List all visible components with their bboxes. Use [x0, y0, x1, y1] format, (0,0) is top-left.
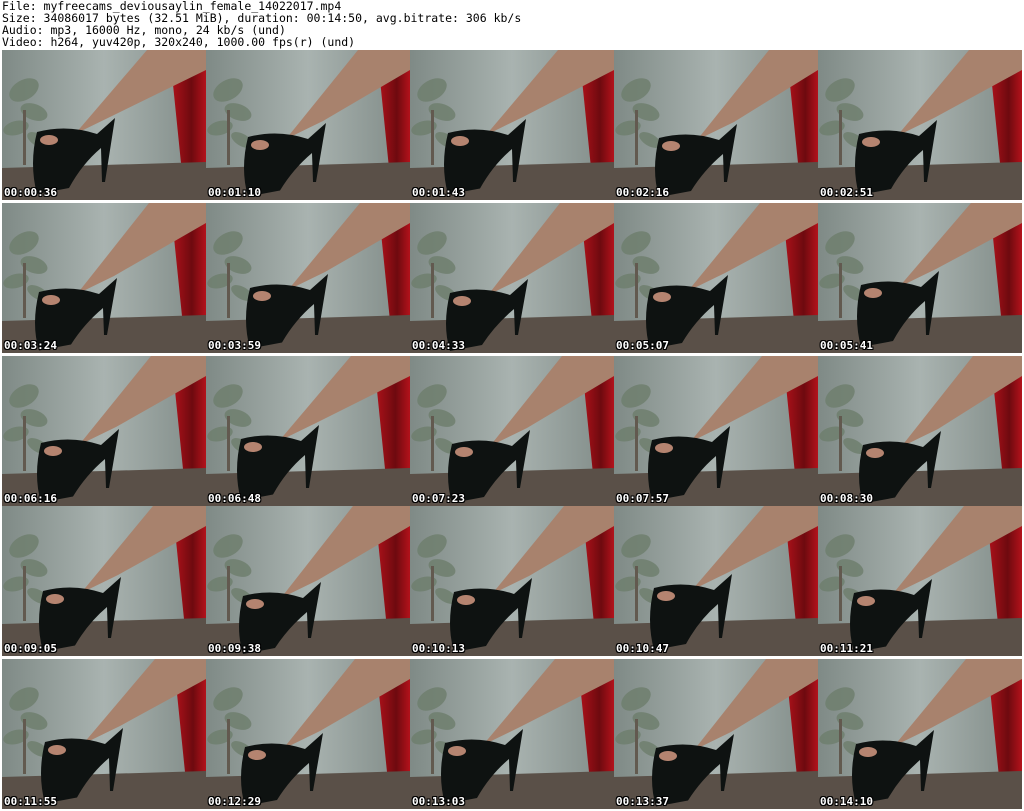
video-thumbnail: 00:05:07: [614, 203, 818, 353]
thumbnail-timestamp: 00:08:30: [820, 492, 873, 505]
frame-image: [818, 356, 1022, 506]
frame-image: [206, 203, 410, 353]
video-thumbnail: 00:06:16: [2, 356, 206, 506]
thumbnail-timestamp: 00:03:24: [4, 339, 57, 352]
video-thumbnail: 00:07:57: [614, 356, 818, 506]
thumbnail-timestamp: 00:05:41: [820, 339, 873, 352]
thumbnail-timestamp: 00:09:38: [208, 642, 261, 655]
frame-image: [614, 50, 818, 200]
frame-image: [410, 50, 614, 200]
thumbnail-timestamp: 00:12:29: [208, 795, 261, 808]
video-info-line: Video: h264, yuv420p, 320x240, 1000.00 f…: [2, 35, 356, 49]
thumbnail-timestamp: 00:09:05: [4, 642, 57, 655]
thumbnail-timestamp: 00:06:16: [4, 492, 57, 505]
thumbnail-timestamp: 00:13:03: [412, 795, 465, 808]
thumbnail-timestamp: 00:06:48: [208, 492, 261, 505]
thumbnail-timestamp: 00:07:57: [616, 492, 669, 505]
frame-image: [2, 203, 206, 353]
video-thumbnail: 00:10:13: [410, 506, 614, 656]
frame-image: [614, 203, 818, 353]
thumbnail-timestamp: 00:13:37: [616, 795, 669, 808]
video-thumbnail: 00:10:47: [614, 506, 818, 656]
video-thumbnail: 00:14:10: [818, 659, 1022, 809]
frame-image: [818, 50, 1022, 200]
video-thumbnail: 00:04:33: [410, 203, 614, 353]
frame-image: [2, 506, 206, 656]
thumbnail-timestamp: 00:01:43: [412, 186, 465, 199]
thumbnail-timestamp: 00:14:10: [820, 795, 873, 808]
video-thumbnail: 00:05:41: [818, 203, 1022, 353]
thumbnail-timestamp: 00:02:51: [820, 186, 873, 199]
thumbnail-timestamp: 00:01:10: [208, 186, 261, 199]
video-thumbnail: 00:02:51: [818, 50, 1022, 200]
thumbnail-timestamp: 00:07:23: [412, 492, 465, 505]
video-thumbnail: 00:06:48: [206, 356, 410, 506]
video-thumbnail: 00:03:59: [206, 203, 410, 353]
thumbnail-timestamp: 00:00:36: [4, 186, 57, 199]
frame-image: [206, 659, 410, 809]
frame-image: [2, 356, 206, 506]
frame-image: [614, 356, 818, 506]
thumbnail-timestamp: 00:04:33: [412, 339, 465, 352]
video-thumbnail: 00:01:10: [206, 50, 410, 200]
frame-image: [818, 506, 1022, 656]
video-thumbnail: 00:03:24: [2, 203, 206, 353]
video-thumbnail: 00:11:55: [2, 659, 206, 809]
frame-image: [410, 356, 614, 506]
video-thumbnail: 00:09:38: [206, 506, 410, 656]
frame-image: [410, 659, 614, 809]
frame-image: [818, 203, 1022, 353]
video-thumbnail: 00:11:21: [818, 506, 1022, 656]
video-thumbnail: 00:09:05: [2, 506, 206, 656]
frame-image: [2, 50, 206, 200]
frame-image: [410, 506, 614, 656]
frame-image: [2, 659, 206, 809]
thumbnail-timestamp: 00:11:21: [820, 642, 873, 655]
video-thumbnail: 00:02:16: [614, 50, 818, 200]
video-thumbnail: 00:13:03: [410, 659, 614, 809]
frame-image: [614, 659, 818, 809]
thumbnail-timestamp: 00:02:16: [616, 186, 669, 199]
frame-image: [410, 203, 614, 353]
video-thumbnail: 00:01:43: [410, 50, 614, 200]
frame-image: [818, 659, 1022, 809]
thumbnail-timestamp: 00:10:13: [412, 642, 465, 655]
frame-image: [206, 50, 410, 200]
video-thumbnail: 00:00:36: [2, 50, 206, 200]
thumbnail-timestamp: 00:11:55: [4, 795, 57, 808]
frame-image: [206, 356, 410, 506]
video-thumbnail: 00:08:30: [818, 356, 1022, 506]
video-thumbnail: 00:13:37: [614, 659, 818, 809]
video-thumbnail: 00:12:29: [206, 659, 410, 809]
thumbnail-grid: 00:00:36 00:01:10 00:01:43 00:02:16 00:0…: [0, 50, 1024, 811]
file-info-header: File: myfreecams_deviousaylin_female_140…: [0, 0, 1024, 50]
thumbnail-timestamp: 00:03:59: [208, 339, 261, 352]
frame-image: [206, 506, 410, 656]
thumbnail-timestamp: 00:05:07: [616, 339, 669, 352]
thumbnail-timestamp: 00:10:47: [616, 642, 669, 655]
video-thumbnail: 00:07:23: [410, 356, 614, 506]
frame-image: [614, 506, 818, 656]
